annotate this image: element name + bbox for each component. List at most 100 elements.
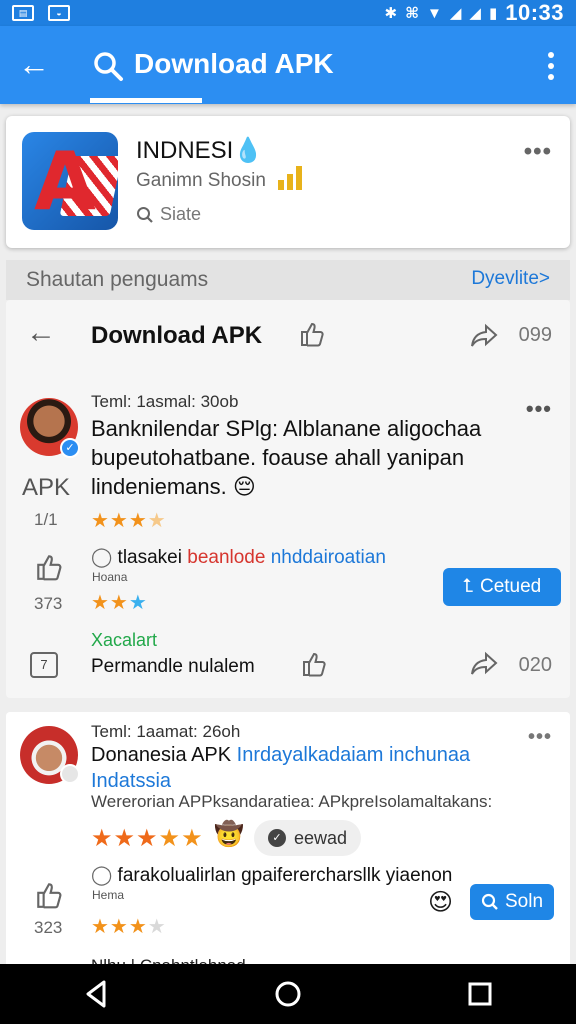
app-state-label: Siate xyxy=(160,204,202,224)
app-state[interactable]: Siate xyxy=(136,204,201,225)
signal-icon: ◢ xyxy=(469,5,481,22)
app-name-text: INDNESI xyxy=(136,137,234,164)
verified-icon: ✓ xyxy=(60,438,80,458)
sad-emoji-icon: 😔 xyxy=(232,474,256,499)
comment-sub: Hema xyxy=(92,888,125,902)
status-dot-icon xyxy=(60,764,80,784)
download-row: ← Download APK 099 xyxy=(6,310,570,360)
image-icon: ◒ xyxy=(48,5,70,21)
share-icon[interactable] xyxy=(470,322,498,350)
screen: ▤ ◒ ✱ ⌘ ▼ ◢ ◢ ▮ 10:33 ← Download APK A I… xyxy=(0,0,576,1024)
like-count: 373 xyxy=(34,594,63,613)
post-line-3-text: lindeniemans. xyxy=(91,474,227,499)
star-rating: ★★★★ xyxy=(91,916,167,938)
search-button-label: Soln xyxy=(504,891,544,912)
clock: 10:33 xyxy=(505,0,564,25)
post-line-1: Banknilendar SPlg: Alblanane aligochaa xyxy=(91,416,482,441)
star-rating: ★★★★ xyxy=(91,510,167,532)
bluetooth-icon: ✱ xyxy=(384,5,398,22)
feed-panel: Teml: 1aamat: 26oh ••• Donanesia APK Inr… xyxy=(6,712,570,975)
app-bar: ← Download APK xyxy=(0,26,576,104)
comment-red: beanlode xyxy=(187,547,266,568)
back-arrow-icon[interactable]: ← xyxy=(26,316,56,350)
battery-icon: ▮ xyxy=(488,5,498,22)
search-icon xyxy=(481,893,498,910)
more-vert-icon[interactable] xyxy=(548,52,556,80)
chip[interactable]: ✓ eewad xyxy=(254,820,362,856)
heart-eyes-emoji-icon: 😍 xyxy=(428,889,454,916)
navigation-bar xyxy=(0,964,576,1024)
app-subtitle: Ganimn Shosin xyxy=(136,170,266,191)
like-count: 323 xyxy=(34,918,63,937)
post-meta: Teml: 1asmal: 30ob xyxy=(91,392,239,411)
gallery-icon: ▤ xyxy=(12,5,34,21)
post-title-line-1: Donanesia APK Inrdayalkadaiam inchunaa xyxy=(91,742,470,768)
search-icon[interactable] xyxy=(92,50,124,82)
more-horiz-icon[interactable]: ••• xyxy=(526,396,552,422)
wifi-icon: ▼ xyxy=(427,4,442,22)
search-small-icon xyxy=(137,206,153,223)
continue-button[interactable]: ⮤ Cetued xyxy=(443,568,561,606)
post-title-blue-2[interactable]: Indatssia xyxy=(91,768,470,794)
post-title-black: Donanesia APK xyxy=(91,744,232,766)
download-title[interactable]: Download APK xyxy=(91,322,262,350)
share-count: 099 xyxy=(518,324,552,346)
post-side-num: 1/1 xyxy=(34,510,58,529)
section-title: Shautan penguams xyxy=(26,268,209,291)
thumbs-up-icon[interactable] xyxy=(298,320,326,348)
comment-prefix: tlasakei xyxy=(117,547,182,568)
signal-icon: ◢ xyxy=(449,5,462,22)
thumb-icon: ⮤ xyxy=(462,576,474,597)
check-circle-icon: ✓ xyxy=(268,829,286,847)
back-nav-icon[interactable] xyxy=(76,974,116,1014)
chip-label: eewad xyxy=(294,827,348,848)
status-bar: ▤ ◒ ✱ ⌘ ▼ ◢ ◢ ▮ 10:33 xyxy=(0,0,576,26)
comment-text: ◯ tlasakei beanlode nhddairoatian xyxy=(91,546,386,569)
search-button[interactable]: Soln xyxy=(470,884,554,920)
comment-text-body: farakolualirlan gpaiferercharsllk yiaeno… xyxy=(117,865,453,886)
feed-panel: ← Download APK 099 ✓ APK 1/1 Teml: 1asma… xyxy=(6,300,570,698)
continue-button-label: Cetued xyxy=(479,576,542,597)
comment-sub: Hoana xyxy=(92,570,128,584)
box-icon[interactable]: 7 xyxy=(30,652,58,678)
home-nav-icon[interactable] xyxy=(268,974,308,1014)
bar-chart-icon xyxy=(278,166,304,190)
thumbs-up-icon[interactable] xyxy=(300,650,328,678)
share-icon[interactable] xyxy=(470,650,498,678)
vibrate-icon: ⌘ xyxy=(405,5,419,22)
comment-bubble-icon: ◯ xyxy=(91,865,113,886)
comment-text: ◯ farakolualirlan gpaiferercharsllk yiae… xyxy=(91,864,452,887)
app-logo-icon: A xyxy=(22,132,118,230)
app-bar-title[interactable]: Download APK xyxy=(134,48,334,80)
post-meta: Teml: 1aamat: 26oh xyxy=(91,722,241,741)
reply-author[interactable]: Xacalart xyxy=(91,630,157,651)
more-horiz-icon[interactable]: ••• xyxy=(528,726,552,749)
logo-letter: A xyxy=(34,135,96,228)
post-subtitle: Wererorian APPksandaratiea: APkpreIsolam… xyxy=(91,792,493,811)
post-text: Banknilendar SPlg: Alblanane aligochaa b… xyxy=(91,414,481,501)
reply-text: Permandle nulalem xyxy=(91,656,255,677)
comment-blue[interactable]: nhddairoatian xyxy=(271,547,386,568)
post-title: Donanesia APK Inrdayalkadaiam inchunaa I… xyxy=(91,742,470,794)
status-left: ▤ ◒ xyxy=(12,5,70,21)
more-horiz-icon[interactable]: ••• xyxy=(524,138,552,166)
star-rating: ★★★ xyxy=(91,592,148,614)
post-title-blue[interactable]: Inrdayalkadaiam inchunaa xyxy=(237,744,471,766)
tab-indicator xyxy=(90,98,202,103)
thumbs-up-icon[interactable] xyxy=(34,552,64,582)
status-right: ✱ ⌘ ▼ ◢ ◢ ▮ 10:33 xyxy=(385,0,565,26)
drop-icon: 💧 xyxy=(233,137,264,164)
star-rating: ★★★★★ xyxy=(91,825,204,852)
back-arrow-icon[interactable]: ← xyxy=(18,48,54,84)
recents-nav-icon[interactable] xyxy=(460,974,500,1014)
section-header: Shautan penguams Dyevlite> xyxy=(6,260,570,300)
post-line-2: bupeutohatbane. foause ahall yanipan xyxy=(91,445,465,470)
post-line-3: lindeniemans. 😔 xyxy=(91,472,481,501)
cowboy-emoji-icon: 🤠 xyxy=(214,821,244,848)
app-card[interactable]: A INDNESI💧 Ganimn Shosin Siate ••• xyxy=(6,116,570,248)
post-side-label: APK xyxy=(22,474,71,501)
share-count: 020 xyxy=(518,654,552,676)
app-name: INDNESI💧 xyxy=(136,136,263,165)
section-link[interactable]: Dyevlite> xyxy=(471,268,550,290)
thumbs-up-icon[interactable] xyxy=(34,880,64,910)
